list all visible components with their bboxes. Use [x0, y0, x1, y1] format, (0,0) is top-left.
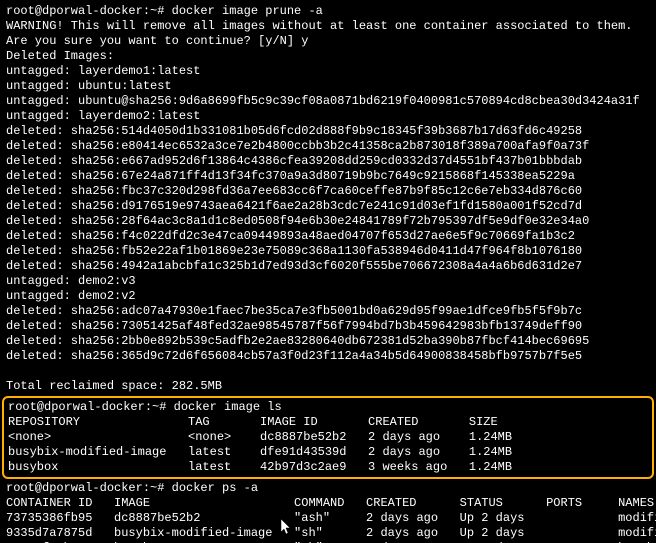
deleted-line: deleted: sha256:73051425af48fed32ae98545… [6, 319, 650, 334]
image-row: <none> <none> dc8887be52b2 2 days ago 1.… [8, 430, 648, 445]
ps-row: e6a08f7ab7e1 busybox "sh" 2 days ago Up … [6, 541, 650, 543]
image-table-header: REPOSITORY TAG IMAGE ID CREATED SIZE [8, 415, 648, 430]
deleted-line: deleted: sha256:fbc37c320d298fd36a7ee683… [6, 184, 650, 199]
deleted-line: deleted: sha256:2bb0e892b539c5adfb2e2ae8… [6, 334, 650, 349]
reclaimed-line: Total reclaimed space: 282.5MB [6, 379, 650, 394]
image-ls-highlight: root@dporwal-docker:~# docker image ls R… [2, 396, 654, 479]
warning-line: WARNING! This will remove all images wit… [6, 19, 650, 34]
terminal[interactable]: root@dporwal-docker:~# docker image prun… [0, 0, 656, 543]
deleted-line: deleted: sha256:fb52e22af1b01869e23e7508… [6, 244, 650, 259]
deleted-line: deleted: sha256:e667ad952d6f13864c4386cf… [6, 154, 650, 169]
untagged-line: untagged: layerdemo2:latest [6, 109, 650, 124]
ps-row: 9335d7a7875d busybix-modified-image "sh"… [6, 526, 650, 541]
cmd-ps: root@dporwal-docker:~# docker ps -a [6, 481, 650, 496]
deleted-line: deleted: sha256:67e24a871ff4d13f34fc370a… [6, 169, 650, 184]
confirm-line: Are you sure you want to continue? [y/N]… [6, 34, 650, 49]
untagged-line: untagged: ubuntu:latest [6, 79, 650, 94]
deleted-line: deleted: sha256:e80414ec6532a3ce7e2b4800… [6, 139, 650, 154]
image-row: busybox latest 42b97d3c2ae9 3 weeks ago … [8, 460, 648, 475]
deleted-line: deleted: sha256:d9176519e9743aea6421f6ae… [6, 199, 650, 214]
deleted-header: Deleted Images: [6, 49, 650, 64]
cmd-prune: root@dporwal-docker:~# docker image prun… [6, 4, 650, 19]
deleted-line: deleted: sha256:adc07a47930e1faec7be35ca… [6, 304, 650, 319]
cmd-image-ls: root@dporwal-docker:~# docker image ls [8, 400, 648, 415]
deleted-line: deleted: sha256:4942a1abcbfa1c325b1d7ed9… [6, 259, 650, 274]
untagged-line: untagged: layerdemo1:latest [6, 64, 650, 79]
image-row: busybix-modified-image latest dfe91d4353… [8, 445, 648, 460]
blank-line [6, 364, 650, 379]
deleted-line: deleted: sha256:514d4050d1b331081b05d6fc… [6, 124, 650, 139]
ps-row: 73735386fb95 dc8887be52b2 "ash" 2 days a… [6, 511, 650, 526]
ps-table-header: CONTAINER ID IMAGE COMMAND CREATED STATU… [6, 496, 650, 511]
untagged-line: untagged: ubuntu@sha256:9d6a8699fb5c9c39… [6, 94, 650, 109]
deleted-line: deleted: sha256:365d9c72d6f656084cb57a3f… [6, 349, 650, 364]
deleted-line: untagged: demo2:v3 [6, 274, 650, 289]
deleted-line: untagged: demo2:v2 [6, 289, 650, 304]
deleted-line: deleted: sha256:f4c022dfd2c3e47ca0944989… [6, 229, 650, 244]
deleted-line: deleted: sha256:28f64ac3c8a1d1c8ed0508f9… [6, 214, 650, 229]
